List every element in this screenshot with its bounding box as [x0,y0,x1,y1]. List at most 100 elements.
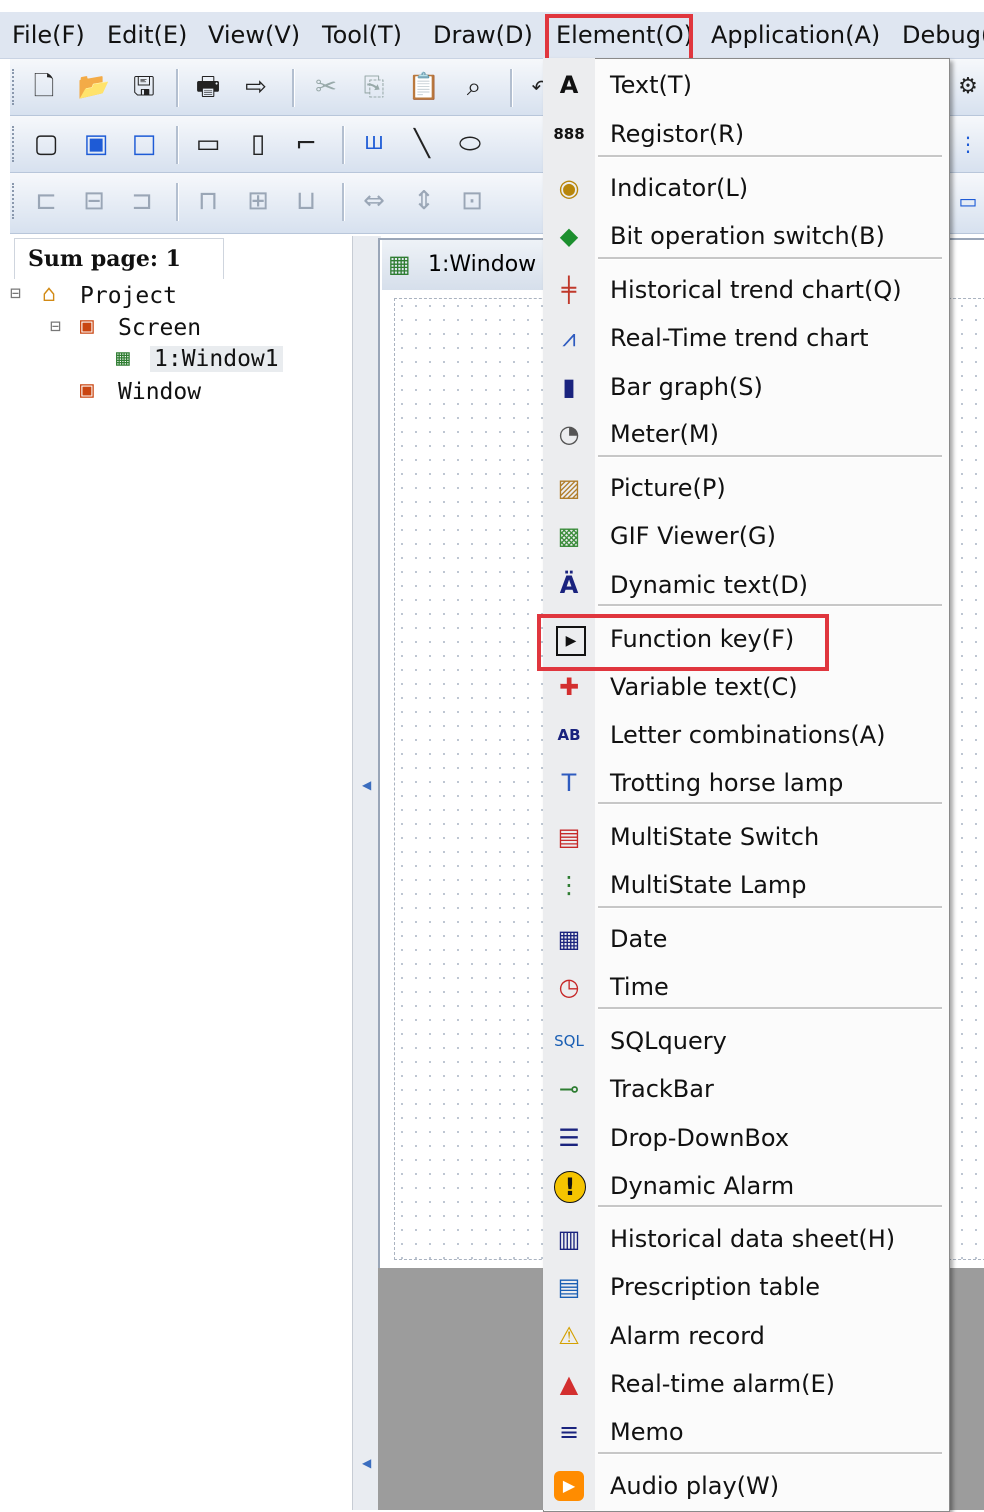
menu-item-gif-viewer[interactable]: GIF Viewer(G) [610,521,776,551]
menu-file[interactable]: File(F) [12,12,85,58]
same-size-icon[interactable]: ⊡ [454,181,490,221]
tree-collapse-toggle[interactable]: ⊟ [10,283,21,304]
menu-item-clock[interactable]: Time [610,972,669,1002]
paste-icon[interactable]: 📋 [406,67,442,107]
menu-view[interactable]: View(V) [208,12,300,58]
realtime-trend-icon: ⩘ [562,324,576,352]
menu-separator [598,604,942,607]
menu-item-indicator-lamp[interactable]: Indicator(L) [610,173,748,203]
compile-icon[interactable]: ⚙ [950,67,984,107]
menu-item-data-sheet[interactable]: Historical data sheet(H) [610,1224,895,1254]
print-icon[interactable]: 🖶 [190,67,226,107]
menu-item-recipe-table[interactable]: Prescription table [610,1272,820,1302]
vertical-rect-icon[interactable]: ▯ [240,124,276,164]
menu-item-calendar[interactable]: Date [610,924,667,954]
toolbar-separator [342,126,345,164]
menu-item-bit-switch[interactable]: Bit operation switch(B) [610,221,885,251]
find-binoculars-icon[interactable]: ⌕ [456,67,492,107]
menu-item-multistate-switch[interactable]: MultiState Switch [610,822,819,852]
menu-item-historical-trend[interactable]: Historical trend chart(Q) [610,275,902,305]
menu-item-trackbar[interactable]: TrackBar [610,1074,714,1104]
window-image-icon: ▦ [388,250,411,278]
align-middle-icon[interactable]: ⊞ [240,181,276,221]
tree-node-window[interactable]: Window [118,379,201,405]
align-icon[interactable]: ⋮ [950,124,984,164]
rectangle-icon[interactable]: ▢ [28,124,64,164]
element-menu-highlight [545,14,693,64]
panel-splitter[interactable] [352,236,381,1510]
menu-item-meter[interactable]: Meter(M) [610,419,719,449]
picture-icon: ▨ [557,474,581,502]
calendar-icon: ▦ [557,925,581,953]
same-height-icon[interactable]: ⇕ [406,181,442,221]
menu-item-register-digits[interactable]: Registor(R) [610,119,744,149]
same-width-icon[interactable]: ⇔ [356,181,392,221]
menu-item-dropdown-box[interactable]: Drop-DownBox [610,1123,789,1153]
menu-item-dynamic-text[interactable]: Dynamic text(D) [610,570,808,600]
dynamic-alarm-icon: ! [554,1171,586,1203]
menu-item-picture[interactable]: Picture(P) [610,473,726,503]
tree-node-project[interactable]: Project [80,283,177,309]
menu-item-dynamic-alarm[interactable]: Dynamic Alarm [610,1171,794,1201]
line-icon[interactable]: ╲ [404,124,440,164]
toolbar-grip[interactable] [12,183,18,219]
horizontal-rect-icon[interactable]: ▭ [190,124,226,164]
menu-item-multistate-lamp[interactable]: MultiState Lamp [610,870,807,900]
memo-icon: ≡ [558,1418,580,1446]
align-center-icon[interactable]: ⊟ [76,181,112,221]
menu-tool[interactable]: Tool(T) [322,12,402,58]
realtime-alarm-icon: ▲ [559,1370,579,1398]
align-top-icon[interactable]: ⊓ [190,181,226,221]
menu-item-variable-text[interactable]: Variable text(C) [610,672,798,702]
download-arrow-icon[interactable]: ⇨ [238,67,274,107]
menu-item-audio-play[interactable]: Audio play(W) [610,1471,779,1501]
clock-icon: ◷ [558,973,580,1001]
ellipse-icon[interactable]: ⬭ [452,124,488,164]
save-icon[interactable]: 🖫 [126,67,162,107]
tree-collapse-toggle[interactable]: ⊟ [50,316,61,337]
menu-item-bar-graph[interactable]: Bar graph(S) [610,372,763,402]
copy-icon[interactable]: ⎘ [356,67,392,107]
menu-separator [598,802,942,805]
toolbar-grip[interactable] [12,126,18,162]
toolbar-grip[interactable] [12,69,18,105]
tree-node-screen[interactable]: Screen [118,315,201,341]
menu-item-text-A[interactable]: Text(T) [610,70,692,100]
menu-application[interactable]: Application(A) [711,12,880,58]
menu-item-realtime-alarm[interactable]: Real-time alarm(E) [610,1369,835,1399]
alarm-record-icon: ⚠ [558,1322,580,1350]
align-bottom-icon[interactable]: ⊔ [288,181,324,221]
bit-switch-icon: ◆ [559,222,579,250]
toolbar-separator [176,69,179,107]
collapse-arrow-icon[interactable]: ◀ [362,778,371,792]
menu-item-letter-combinations[interactable]: Letter combinations(A) [610,720,886,750]
menu-debug[interactable]: Debug( [902,12,984,58]
sunken-rectangle-icon[interactable]: □ [126,124,162,164]
scale-ruler-icon[interactable]: Ш [356,124,392,164]
menu-separator [598,257,942,260]
menu-separator [598,906,942,909]
menu-item-marquee-text[interactable]: Trotting horse lamp [610,768,843,798]
menu-edit[interactable]: Edit(E) [107,12,187,58]
polyline-icon[interactable]: ⌐ [288,124,324,164]
menu-item-realtime-trend[interactable]: Real-Time trend chart [610,323,869,353]
window-icon[interactable]: ▭ [950,181,984,221]
new-file-icon[interactable]: 🗋 [26,67,62,107]
collapse-arrow-icon[interactable]: ◀ [362,1456,371,1470]
align-left-icon[interactable]: ⊏ [28,181,64,221]
raised-rectangle-icon[interactable]: ▣ [78,124,114,164]
multistate-switch-icon: ▤ [557,823,581,851]
menu-item-sql-query[interactable]: SQLquery [610,1026,727,1056]
screen-folder-icon: ▣ [80,313,94,339]
sum-page-label: Sum page: 1 [28,246,181,272]
document-tab[interactable]: ▦ 1:Window [382,240,553,290]
menu-item-alarm-record[interactable]: Alarm record [610,1321,765,1351]
menu-item-memo[interactable]: Memo [610,1417,684,1447]
meter-icon: ◔ [558,420,580,448]
menu-draw[interactable]: Draw(D) [433,12,533,58]
align-right-icon[interactable]: ⊐ [124,181,160,221]
cut-icon[interactable]: ✂ [308,67,344,107]
tree-node-window1[interactable]: 1:Window1 [150,346,283,372]
marquee-text-icon: T [561,769,577,797]
open-folder-icon[interactable]: 📂 [76,67,112,107]
